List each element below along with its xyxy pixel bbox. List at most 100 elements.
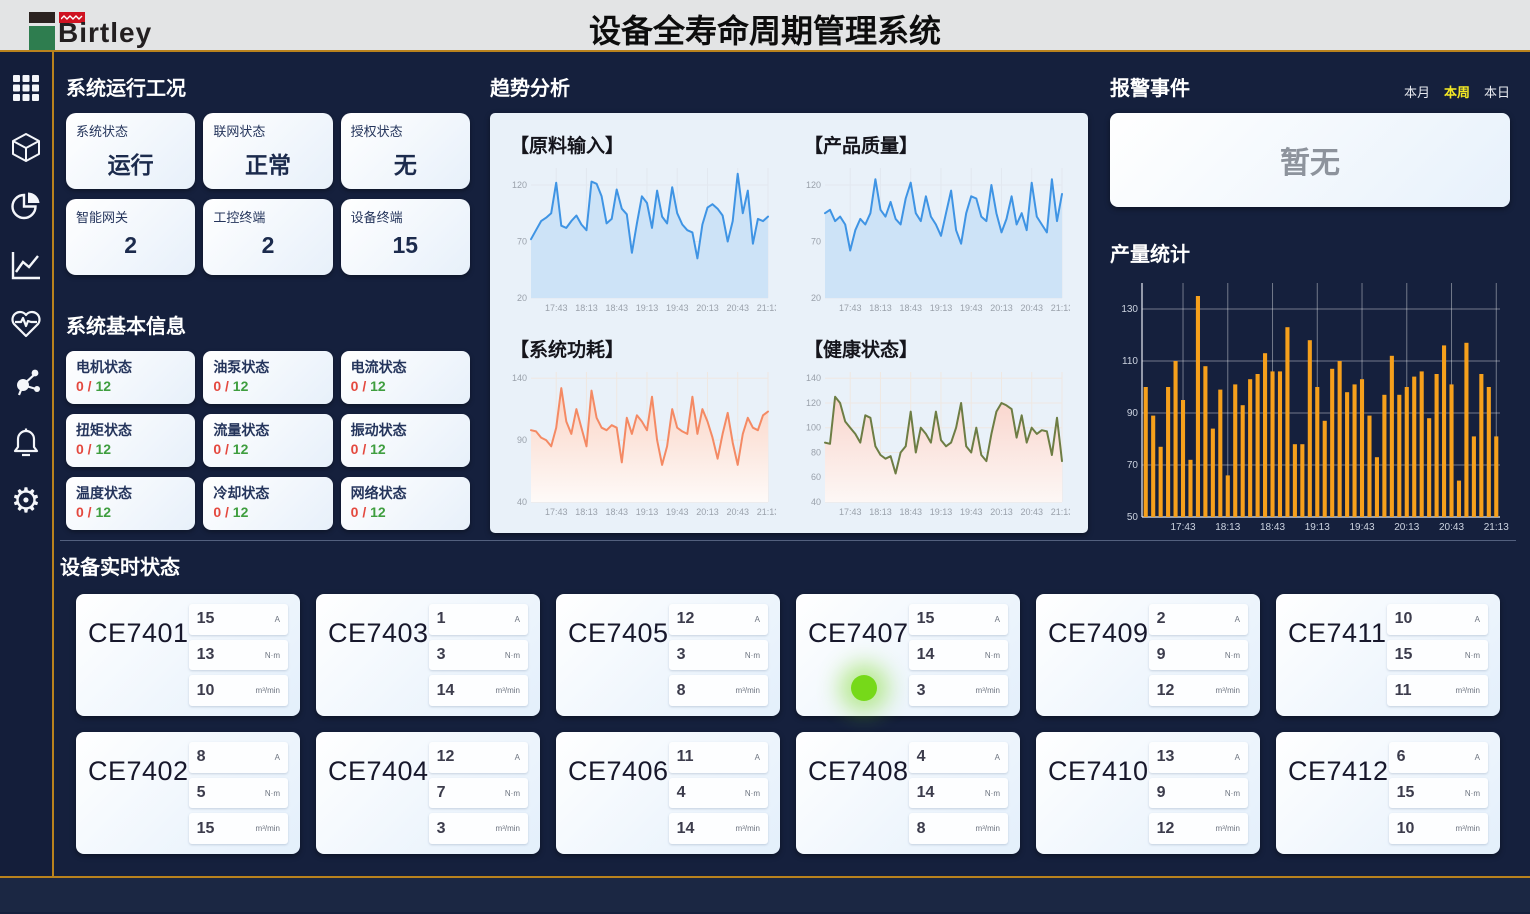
svg-text:17:43: 17:43 [839, 507, 862, 517]
device-card-ce7402[interactable]: CE7402 8A 5N·m 15m³/min [76, 732, 300, 854]
info-card-label: 振动状态 [351, 420, 460, 440]
svg-text:120: 120 [806, 398, 821, 408]
device-torque-value: 15 [1397, 784, 1415, 802]
chart-title: 【健康状态】 [804, 335, 1074, 362]
svg-text:20:43: 20:43 [1439, 522, 1464, 533]
unit-ampere: A [1475, 615, 1480, 624]
alarm-count: 0 / [76, 504, 92, 520]
device-current-value: 11 [677, 748, 694, 766]
unit-ampere: A [275, 615, 280, 624]
device-name: CE7405 [568, 618, 669, 706]
tab-day[interactable]: 本日 [1484, 82, 1510, 101]
unit-flow: m³/min [976, 686, 1000, 695]
svg-text:20:43: 20:43 [1020, 507, 1043, 517]
device-torque-value: 9 [1157, 646, 1166, 664]
svg-text:20:13: 20:13 [696, 507, 719, 517]
svg-text:19:13: 19:13 [1305, 522, 1330, 533]
health-pulse-icon[interactable] [10, 308, 42, 340]
device-card-ce7403[interactable]: CE7403 1A 3N·m 14m³/min [316, 594, 540, 716]
device-card-ce7404[interactable]: CE7404 12A 7N·m 3m³/min [316, 732, 540, 854]
device-card-ce7410[interactable]: CE7410 13A 9N·m 12m³/min [1036, 732, 1260, 854]
svg-text:21:13: 21:13 [1051, 303, 1070, 313]
chart-raw-input: 【原料输入】 207012017:4318:1318:4319:1319:432… [504, 125, 780, 323]
device-card-ce7411[interactable]: CE7411 10A 15N·m 11m³/min [1276, 594, 1500, 716]
device-card-ce7401[interactable]: CE7401 15A 13N·m 10m³/min [76, 594, 300, 716]
device-card-ce7412[interactable]: CE7412 6A 15N·m 10m³/min [1276, 732, 1500, 854]
device-card-ce7408[interactable]: CE7408 4A 14N·m 8m³/min [796, 732, 1020, 854]
svg-text:20:43: 20:43 [726, 507, 749, 517]
svg-text:18:13: 18:13 [575, 303, 598, 313]
unit-flow: m³/min [976, 824, 1000, 833]
tab-week[interactable]: 本周 [1444, 82, 1470, 101]
device-name: CE7401 [88, 618, 189, 706]
unit-flow: m³/min [1216, 686, 1240, 695]
info-card-label: 扭矩状态 [76, 420, 185, 440]
info-card-torque: 扭矩状态 0 / 12 [66, 414, 195, 467]
device-card-ce7405[interactable]: CE7405 12A 3N·m 8m³/min [556, 594, 780, 716]
svg-text:18:43: 18:43 [899, 303, 922, 313]
status-card-value: 2 [76, 232, 185, 259]
info-card-label: 油泵状态 [213, 357, 322, 377]
svg-text:18:43: 18:43 [605, 303, 628, 313]
device-flow-value: 8 [677, 682, 686, 700]
svg-text:19:43: 19:43 [1350, 522, 1375, 533]
footer-bar [0, 878, 1530, 912]
device-card-ce7409[interactable]: CE7409 2A 9N·m 12m³/min [1036, 594, 1260, 716]
svg-text:17:43: 17:43 [1171, 522, 1196, 533]
alarm-period-tabs: 本月 本周 本日 [1404, 82, 1510, 101]
svg-text:19:13: 19:13 [930, 507, 953, 517]
content-area: ⚙ 系统运行工况 系统状态 运行 联网状态 正常 授权状态 无 智 [0, 52, 1530, 878]
system-info-title: 系统基本信息 [66, 310, 470, 339]
info-card-cooling: 冷却状态 0 / 12 [203, 477, 332, 530]
unit-flow: m³/min [496, 824, 520, 833]
system-status-title: 系统运行工况 [66, 72, 470, 101]
device-torque-value: 14 [917, 784, 935, 802]
status-card-label: 工控终端 [213, 207, 322, 226]
info-card-temperature: 温度状态 0 / 12 [66, 477, 195, 530]
device-flow-value: 10 [197, 682, 215, 700]
status-card-value: 运行 [76, 146, 185, 180]
ok-count: 12 [370, 441, 386, 457]
chart-health: 【健康状态】 40608010012014017:4318:1318:4319:… [798, 329, 1074, 527]
health-line-chart: 40608010012014017:4318:1318:4319:1319:43… [798, 364, 1070, 522]
sidebar-nav: ⚙ [0, 52, 54, 876]
device-current-value: 4 [917, 748, 926, 766]
ok-count: 12 [370, 504, 386, 520]
gear-icon[interactable]: ⚙ [10, 485, 42, 517]
info-card-current: 电流状态 0 / 12 [341, 351, 470, 404]
unit-newton-meter: N·m [505, 789, 520, 798]
pie-chart-icon[interactable] [10, 190, 42, 222]
cube-icon[interactable] [10, 131, 42, 163]
raw-input-line-chart: 207012017:4318:1318:4319:1319:4320:1320:… [504, 160, 776, 318]
chart-power: 【系统功耗】 409014017:4318:1318:4319:1319:432… [504, 329, 780, 527]
svg-text:90: 90 [1127, 408, 1139, 419]
svg-text:18:43: 18:43 [1260, 522, 1285, 533]
status-card-value: 正常 [213, 146, 322, 180]
line-chart-icon[interactable] [10, 249, 42, 281]
device-card-ce7407[interactable]: CE7407 15A 14N·m 3m³/min [796, 594, 1020, 716]
tab-month[interactable]: 本月 [1404, 82, 1430, 101]
unit-newton-meter: N·m [505, 651, 520, 660]
svg-text:21:13: 21:13 [757, 507, 776, 517]
svg-text:70: 70 [811, 236, 821, 246]
unit-ampere: A [275, 753, 280, 762]
device-name: CE7411 [1288, 618, 1387, 706]
unit-newton-meter: N·m [745, 789, 760, 798]
svg-text:60: 60 [811, 472, 821, 482]
ok-count: 12 [233, 378, 249, 394]
system-status-grid: 系统状态 运行 联网状态 正常 授权状态 无 智能网关 2 工控终端 2 [66, 113, 470, 275]
bell-icon[interactable] [10, 426, 42, 458]
trend-title: 趋势分析 [490, 72, 1088, 101]
chart-title: 【系统功耗】 [510, 335, 780, 362]
unit-flow: m³/min [1456, 686, 1480, 695]
svg-text:21:13: 21:13 [1484, 522, 1509, 533]
ok-count: 12 [95, 441, 111, 457]
device-torque-value: 9 [1157, 784, 1166, 802]
device-status-title: 设备实时状态 [60, 551, 1516, 580]
apps-grid-icon[interactable] [10, 72, 42, 104]
device-card-ce7406[interactable]: CE7406 11A 4N·m 14m³/min [556, 732, 780, 854]
system-info-grid: 电机状态 0 / 12 油泵状态 0 / 12 电流状态 0 / 12 扭矩状态… [66, 351, 470, 530]
device-name: CE7402 [88, 756, 189, 844]
molecule-icon[interactable] [10, 367, 42, 399]
device-name: CE7406 [568, 756, 669, 844]
